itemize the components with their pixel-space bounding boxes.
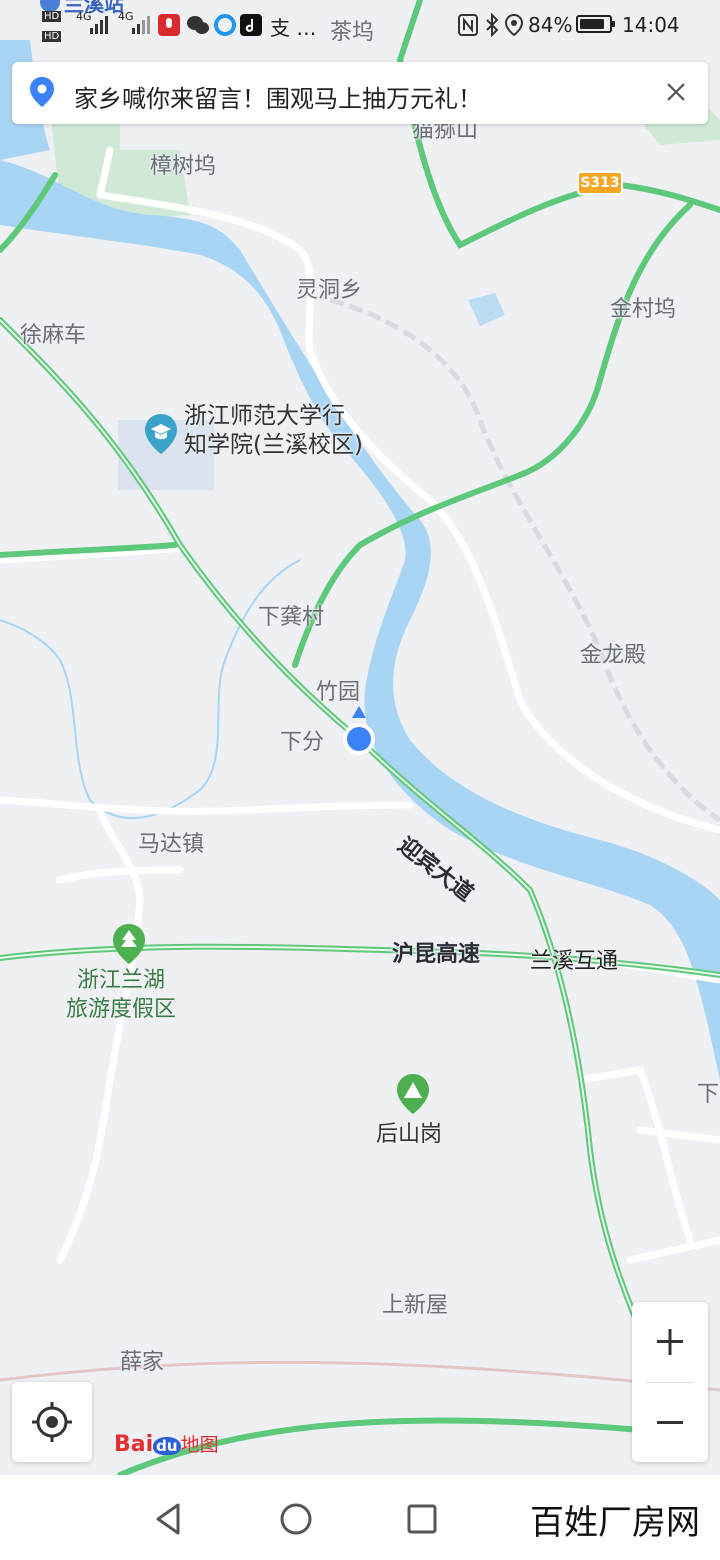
label-madazhen: 马达镇 <box>138 832 205 857</box>
label-zhuyuan: 竹园 <box>316 680 361 705</box>
status-bar: 兰溪站 HD HD 4G 4G 支 … 茶坞 84% 14:04 <box>0 0 720 52</box>
minus-icon <box>657 1421 683 1424</box>
status-place-label: 茶坞 <box>330 20 375 45</box>
app-icon-red <box>158 14 180 36</box>
label-lingdongxiang: 灵洞乡 <box>296 278 363 303</box>
logo-ditu: 地图 <box>180 1434 219 1456</box>
zoom-out-button[interactable] <box>632 1382 708 1462</box>
hd-icon: HD <box>42 11 62 22</box>
battery-fill <box>580 19 604 29</box>
baidu-map-logo: Bai du 地图 <box>114 1430 219 1457</box>
browser-icon <box>214 14 236 36</box>
clock: 14:04 <box>622 13 680 37</box>
label-lanxi-interchange: 兰溪互通 <box>530 949 619 974</box>
label-shangxinwu: 上新屋 <box>382 1293 449 1318</box>
close-icon[interactable] <box>658 74 694 110</box>
mountain-icon[interactable] <box>395 1072 431 1116</box>
label-xiagongcun: 下龚村 <box>258 605 325 630</box>
hd2-icon: HD <box>42 31 62 42</box>
location-pin-icon <box>30 77 54 107</box>
battery-percent: 84% <box>528 13 573 37</box>
battery-tip <box>612 21 615 27</box>
label-houshangang[interactable]: 后山岗 <box>376 1116 442 1148</box>
watermark-text: 百姓厂房网 <box>530 1503 700 1543</box>
map-base <box>0 0 720 1475</box>
more-notifications: 支 … <box>270 16 317 40</box>
label-right-edge: 下 <box>697 1082 720 1107</box>
label-zhangshuwu: 樟树坞 <box>150 154 217 179</box>
banner-text: 家乡喊你来留言！围观马上抽万元礼！ <box>74 85 482 113</box>
label-jinlongdian: 金龙殿 <box>580 643 647 668</box>
plus-icon <box>657 1329 683 1355</box>
promo-banner[interactable]: 家乡喊你来留言！围观马上抽万元礼！ <box>12 62 708 124</box>
tiktok-icon <box>240 14 262 36</box>
wechat-icon <box>187 16 209 34</box>
logo-du-paw-icon: du <box>153 1437 181 1455</box>
label-hukun-expressway: 沪昆高速 <box>392 942 481 967</box>
home-icon[interactable] <box>276 1499 316 1539</box>
location-icon <box>505 13 523 37</box>
school-icon[interactable] <box>143 412 179 456</box>
label-xiafen: 下分 <box>280 730 325 755</box>
locate-me-button[interactable] <box>12 1382 92 1462</box>
logo-bai: Bai <box>114 1432 154 1457</box>
poi-school-name: 浙江师范大学行 知学院(兰溪校区) <box>184 403 363 458</box>
poi-lanhu-resort[interactable]: 浙江兰湖 旅游度假区 <box>66 966 176 1024</box>
label-xumache: 徐麻车 <box>20 323 87 348</box>
poi-lanhu-name: 浙江兰湖 旅游度假区 <box>66 968 177 1022</box>
recents-icon[interactable] <box>402 1499 442 1539</box>
nfc-icon <box>458 14 478 36</box>
system-navigation-bar: 百姓厂房网 <box>0 1475 720 1560</box>
label-xuejia: 薛家 <box>120 1350 165 1375</box>
zoom-control <box>632 1302 708 1462</box>
park-icon[interactable] <box>111 922 147 966</box>
zoom-in-button[interactable] <box>632 1302 708 1382</box>
road-shield-s313: S313 <box>577 171 623 195</box>
label-jincunwu: 金村坞 <box>610 297 677 322</box>
map-canvas[interactable]: 猫猕山 樟树坞 S313 灵洞乡 金村坞 徐麻车 浙江师范大学行 知学院(兰溪校… <box>0 0 720 1475</box>
signal-icon-1 <box>90 16 108 34</box>
signal-icon-2 <box>132 16 150 34</box>
bluetooth-icon <box>486 13 499 37</box>
back-icon[interactable] <box>150 1499 190 1539</box>
battery-icon <box>576 15 615 33</box>
crosshair-icon <box>32 1402 72 1442</box>
poi-zhejiang-normal-university[interactable]: 浙江师范大学行 知学院(兰溪校区) <box>184 402 363 460</box>
